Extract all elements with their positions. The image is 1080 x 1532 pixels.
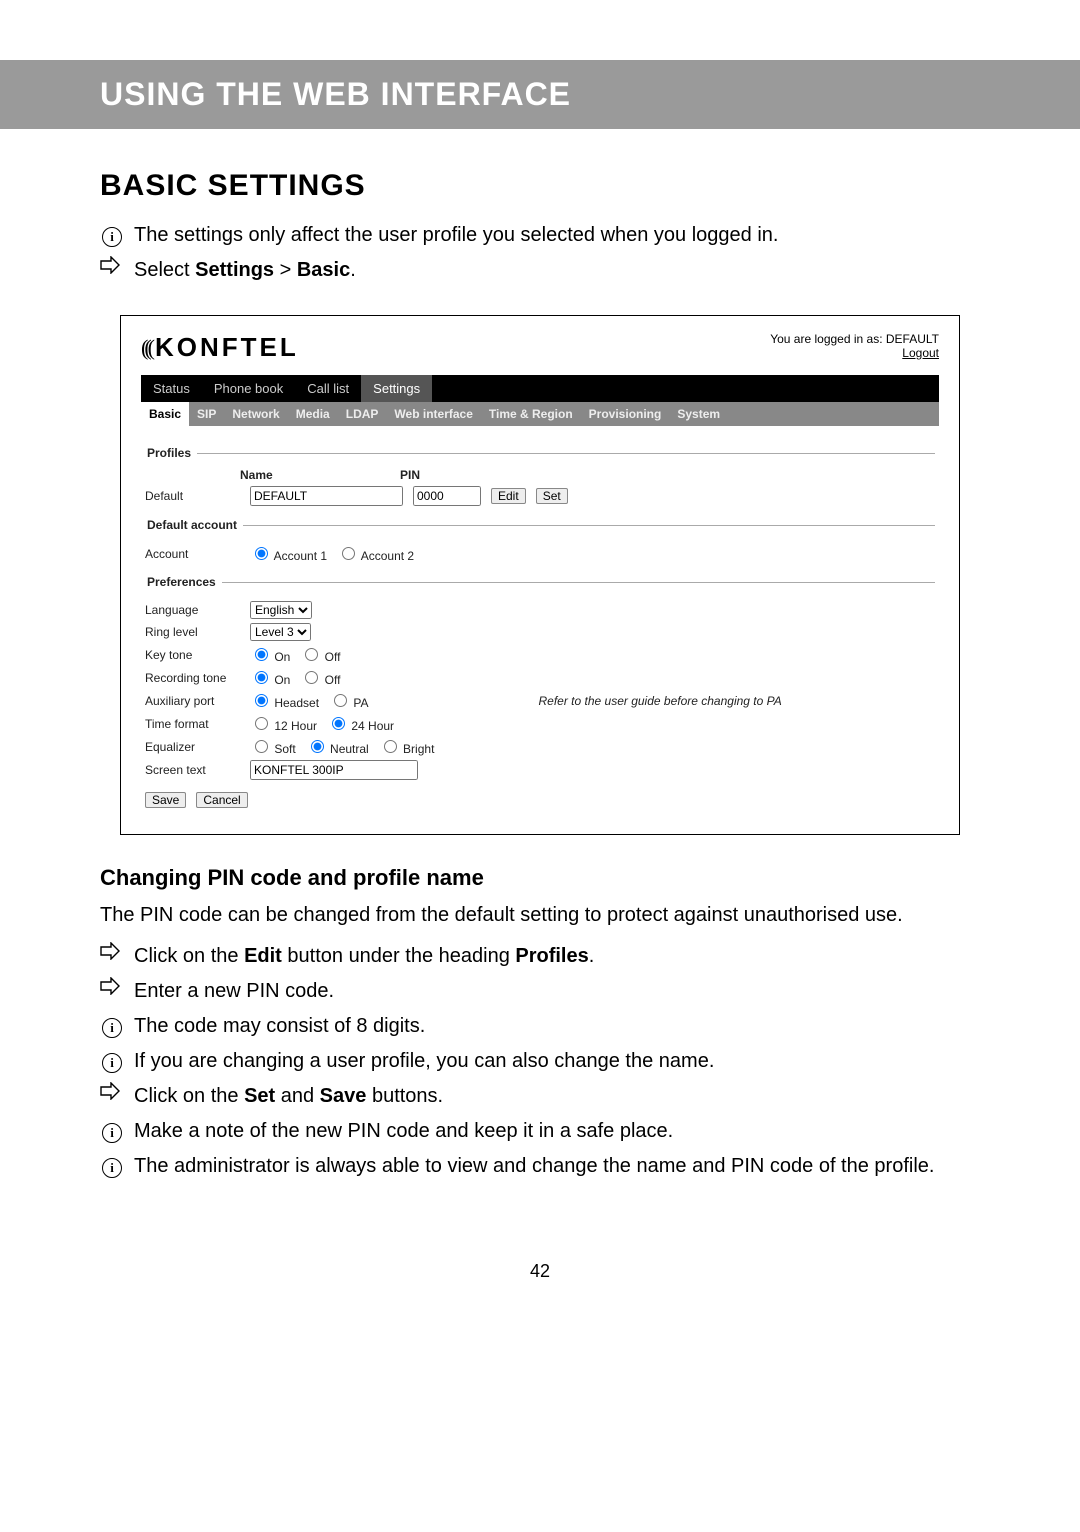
label-default: Default: [145, 489, 240, 503]
section-heading: BASIC SETTINGS: [100, 169, 980, 203]
step-2: Enter a new PIN code.: [134, 977, 334, 1006]
main-tab-status[interactable]: Status: [141, 375, 202, 402]
label-screen-text: Screen text: [145, 763, 240, 777]
label-key-tone: Key tone: [145, 648, 240, 662]
sub-tab-provisioning[interactable]: Provisioning: [581, 402, 670, 426]
ring-level-select[interactable]: Level 3: [250, 623, 311, 641]
logout-link[interactable]: Logout: [902, 346, 939, 360]
save-button[interactable]: Save: [145, 792, 186, 808]
main-tab-call-list[interactable]: Call list: [295, 375, 361, 402]
preferences-legend: Preferences: [145, 575, 222, 589]
aux-option-headset[interactable]: Headset: [250, 696, 319, 710]
step-1: Click on the Edit button under the headi…: [134, 942, 594, 971]
subsection-body: The PIN code can be changed from the def…: [100, 901, 980, 930]
subsection-heading: Changing PIN code and profile name: [100, 865, 980, 891]
sub-tab-sip[interactable]: SIP: [189, 402, 224, 426]
note-1: The code may consist of 8 digits.: [134, 1012, 425, 1041]
info-icon: i: [100, 1117, 124, 1146]
arrow-icon: [100, 977, 124, 995]
sub-tab-media[interactable]: Media: [288, 402, 338, 426]
page-number: 42: [100, 1261, 980, 1282]
step-3: Click on the Set and Save buttons.: [134, 1082, 443, 1111]
column-header-name: Name: [240, 468, 390, 482]
rectone-option-on[interactable]: On: [250, 673, 290, 687]
main-tab-settings[interactable]: Settings: [361, 375, 432, 402]
main-tab-bar: StatusPhone bookCall listSettings: [141, 375, 939, 402]
note-2: If you are changing a user profile, you …: [134, 1047, 714, 1076]
label-ring-level: Ring level: [145, 625, 240, 639]
account-option-account-2[interactable]: Account 2: [337, 549, 414, 563]
set-button[interactable]: Set: [536, 488, 568, 504]
logo-waves-icon: (((: [141, 335, 151, 361]
timefmt-option-24-hour[interactable]: 24 Hour: [327, 719, 394, 733]
sub-tab-network[interactable]: Network: [224, 402, 287, 426]
keytone-option-off[interactable]: Off: [300, 650, 340, 664]
login-status: You are logged in as: DEFAULT Logout: [770, 332, 939, 360]
cancel-button[interactable]: Cancel: [196, 792, 247, 808]
info-icon: i: [100, 1012, 124, 1041]
keytone-option-on[interactable]: On: [250, 650, 290, 664]
arrow-icon: [100, 942, 124, 960]
label-time-format: Time format: [145, 717, 240, 731]
aux-note: Refer to the user guide before changing …: [538, 694, 781, 708]
label-language: Language: [145, 603, 240, 617]
intro-info-text: The settings only affect the user profil…: [134, 221, 778, 250]
default-account-legend: Default account: [145, 518, 243, 532]
profile-name-input[interactable]: [250, 486, 403, 506]
timefmt-radio-group[interactable]: 12 Hour 24 Hour: [250, 714, 404, 733]
main-tab-phone-book[interactable]: Phone book: [202, 375, 295, 402]
arrow-icon: [100, 1082, 124, 1100]
column-header-pin: PIN: [400, 468, 470, 482]
sub-tab-web-interface[interactable]: Web interface: [386, 402, 480, 426]
screen-text-input[interactable]: [250, 760, 418, 780]
note-3: Make a note of the new PIN code and keep…: [134, 1117, 673, 1146]
sub-tab-basic[interactable]: Basic: [141, 402, 189, 426]
note-4: The administrator is always able to view…: [134, 1152, 934, 1181]
aux-radio-group[interactable]: Headset PA: [250, 691, 378, 710]
arrow-icon: [100, 256, 124, 274]
sub-tab-ldap[interactable]: LDAP: [338, 402, 387, 426]
info-icon: i: [100, 221, 124, 250]
eq-option-soft[interactable]: Soft: [250, 742, 296, 756]
edit-button[interactable]: Edit: [491, 488, 526, 504]
rectone-option-off[interactable]: Off: [300, 673, 340, 687]
konftel-logo: ((( KONFTEL: [141, 332, 299, 363]
label-equalizer: Equalizer: [145, 740, 240, 754]
sub-tab-bar: BasicSIPNetworkMediaLDAPWeb interfaceTim…: [141, 402, 939, 426]
label-aux-port: Auxiliary port: [145, 694, 240, 708]
sub-tab-system[interactable]: System: [669, 402, 728, 426]
account-radio-group[interactable]: Account 1 Account 2: [250, 544, 424, 563]
keytone-radio-group[interactable]: On Off: [250, 645, 350, 664]
eq-option-bright[interactable]: Bright: [379, 742, 435, 756]
timefmt-option-12-hour[interactable]: 12 Hour: [250, 719, 317, 733]
eq-radio-group[interactable]: Soft Neutral Bright: [250, 737, 444, 756]
sub-tab-time-region[interactable]: Time & Region: [481, 402, 581, 426]
label-recording-tone: Recording tone: [145, 671, 240, 685]
profile-pin-input[interactable]: [413, 486, 481, 506]
aux-option-pa[interactable]: PA: [329, 696, 368, 710]
account-option-account-1[interactable]: Account 1: [250, 549, 327, 563]
info-icon: i: [100, 1047, 124, 1076]
profiles-legend: Profiles: [145, 446, 197, 460]
eq-option-neutral[interactable]: Neutral: [306, 742, 369, 756]
language-select[interactable]: English: [250, 601, 312, 619]
page-banner: USING THE WEB INTERFACE: [0, 60, 1080, 129]
info-icon: i: [100, 1152, 124, 1181]
label-account: Account: [145, 547, 240, 561]
web-ui-screenshot: ((( KONFTEL You are logged in as: DEFAUL…: [120, 315, 960, 835]
rectone-radio-group[interactable]: On Off: [250, 668, 350, 687]
intro-step-text: Select Settings > Basic.: [134, 256, 356, 285]
